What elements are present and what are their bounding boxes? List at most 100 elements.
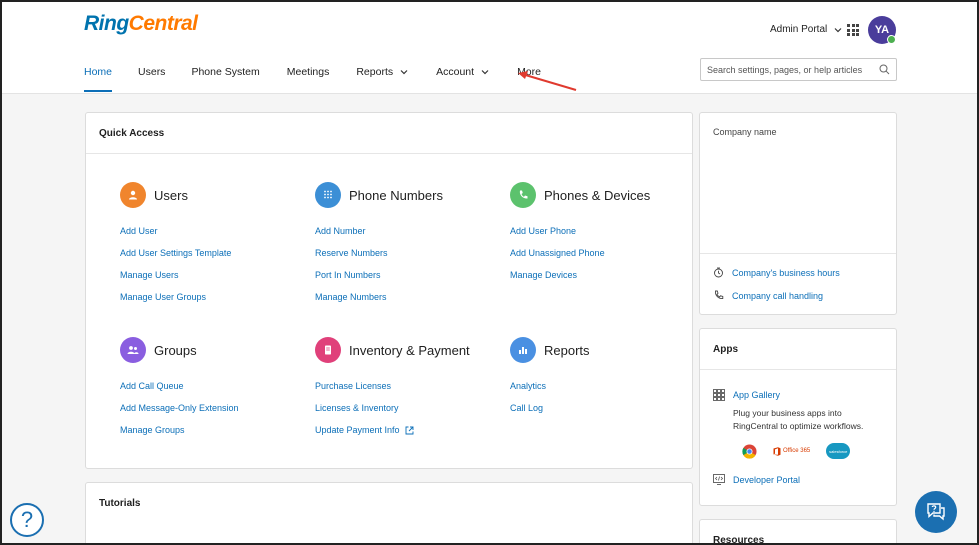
business-hours-link[interactable]: Company's business hours: [713, 267, 840, 278]
ringcentral-logo[interactable]: RingCentral: [84, 12, 198, 36]
developer-portal-link[interactable]: Developer Portal: [713, 474, 800, 485]
link-label: Company's business hours: [732, 267, 840, 278]
main-nav: Home Users Phone System Meetings Reports…: [84, 61, 541, 93]
qa-section-users: Users Add User Add User Settings Templat…: [120, 182, 231, 308]
admin-portal-dropdown[interactable]: Admin Portal: [770, 24, 843, 35]
help-button[interactable]: ?: [10, 503, 44, 537]
apps-card: Apps App Gallery Plug your business apps…: [699, 328, 897, 506]
resources-title: Resources: [713, 535, 765, 545]
call-handling-link[interactable]: Company call handling: [713, 290, 823, 301]
chevron-down-icon: [400, 70, 408, 75]
grid-icon: [713, 389, 725, 401]
apps-title: Apps: [700, 329, 896, 370]
section-title: Inventory & Payment: [349, 342, 470, 358]
support-chat-button[interactable]: [915, 491, 957, 533]
quick-access-card: Quick Access Users Add User Add User Set…: [85, 112, 693, 469]
purchase-licenses-link[interactable]: Purchase Licenses: [315, 375, 470, 397]
update-payment-info-link[interactable]: Update Payment Info: [315, 419, 470, 441]
divider: [700, 253, 896, 254]
licenses-inventory-link[interactable]: Licenses & Inventory: [315, 397, 470, 419]
question-mark-icon: ?: [20, 507, 34, 532]
add-user-settings-template-link[interactable]: Add User Settings Template: [120, 242, 231, 264]
port-in-numbers-link[interactable]: Port In Numbers: [315, 264, 443, 286]
qa-section-phone-numbers: Phone Numbers Add Number Reserve Numbers…: [315, 182, 443, 308]
manage-groups-link[interactable]: Manage Groups: [120, 419, 239, 441]
logo-central-text: Central: [128, 12, 198, 35]
section-title: Reports: [544, 342, 590, 358]
apps-description: Plug your business apps into RingCentral…: [733, 408, 864, 431]
link-label: Developer Portal: [733, 474, 801, 485]
salesforce-icon[interactable]: salesforce: [826, 443, 851, 459]
app-launcher-icon[interactable]: [847, 24, 859, 36]
search-icon: [879, 64, 890, 75]
nav-label: Meetings: [286, 66, 330, 78]
add-user-phone-link[interactable]: Add User Phone: [510, 220, 650, 242]
qa-section-phones-devices: Phones & Devices Add User Phone Add Unas…: [510, 182, 650, 286]
add-call-queue-link[interactable]: Add Call Queue: [120, 375, 239, 397]
nav-label: Users: [138, 66, 166, 78]
code-monitor-icon: [713, 474, 725, 485]
chevron-down-icon: [834, 27, 842, 32]
link-label: App Gallery: [733, 390, 781, 400]
link-label: Company call handling: [732, 290, 824, 301]
add-number-link[interactable]: Add Number: [315, 220, 443, 242]
annotation-arrow-icon: [518, 71, 577, 91]
section-title: Phones & Devices: [544, 187, 651, 203]
company-card: Company name Company's business hours Co…: [699, 112, 897, 315]
nav-label: Account: [436, 66, 475, 78]
presence-status-icon: [887, 35, 896, 44]
nav-item-phone-system[interactable]: Phone System: [191, 61, 259, 83]
nav-item-home[interactable]: Home: [84, 61, 113, 92]
admin-portal-label: Admin Portal: [770, 24, 828, 35]
search-input[interactable]: Search settings, pages, or help articles: [700, 58, 897, 81]
add-unassigned-phone-link[interactable]: Add Unassigned Phone: [510, 242, 650, 264]
chat-help-icon: [927, 503, 945, 521]
clock-icon: [714, 267, 723, 278]
link-label: Update Payment Info: [315, 425, 400, 435]
group-icon: [120, 337, 146, 363]
manage-user-groups-link[interactable]: Manage User Groups: [120, 286, 231, 308]
phone-icon: [714, 290, 724, 299]
app-logos: Office 365 salesforce: [742, 443, 851, 459]
nav-label: Home: [84, 66, 113, 78]
nav-label: Reports: [356, 66, 394, 78]
dialpad-icon: [315, 182, 341, 208]
tutorials-card: Tutorials: [85, 482, 693, 543]
manage-users-link[interactable]: Manage Users: [120, 264, 231, 286]
section-title: Groups: [154, 342, 197, 358]
external-link-icon: [405, 426, 414, 434]
bar-chart-icon: [510, 337, 536, 363]
chevron-down-icon: [481, 70, 489, 75]
manage-numbers-link[interactable]: Manage Numbers: [315, 286, 443, 308]
reserve-numbers-link[interactable]: Reserve Numbers: [315, 242, 443, 264]
nav-item-reports[interactable]: Reports: [356, 61, 409, 83]
tutorials-title: Tutorials: [99, 498, 141, 509]
office365-icon[interactable]: Office 365: [773, 446, 811, 456]
qa-section-reports: Reports Analytics Call Log: [510, 337, 590, 419]
quick-access-title: Quick Access: [86, 113, 692, 154]
section-title: Phone Numbers: [349, 187, 443, 203]
call-log-link[interactable]: Call Log: [510, 397, 590, 419]
nav-item-account[interactable]: Account: [436, 61, 490, 83]
add-message-only-extension-link[interactable]: Add Message-Only Extension: [120, 397, 239, 419]
app-gallery-link[interactable]: App Gallery: [713, 389, 780, 401]
company-name-label: Company name: [713, 127, 777, 137]
office-label: Office 365: [783, 448, 811, 454]
add-user-link[interactable]: Add User: [120, 220, 231, 242]
user-icon: [120, 182, 146, 208]
nav-item-meetings[interactable]: Meetings: [287, 61, 330, 83]
qa-section-inventory-payment: Inventory & Payment Purchase Licenses Li…: [315, 337, 470, 441]
analytics-link[interactable]: Analytics: [510, 375, 590, 397]
phone-icon: [510, 182, 536, 208]
receipt-icon: [315, 337, 341, 363]
nav-item-users[interactable]: Users: [138, 61, 165, 83]
resources-card: Resources: [699, 519, 897, 545]
manage-devices-link[interactable]: Manage Devices: [510, 264, 650, 286]
salesforce-label: salesforce: [829, 448, 848, 454]
nav-label: Phone System: [191, 66, 260, 78]
chrome-icon[interactable]: [742, 443, 757, 459]
app-frame: RingCentral Admin Portal YA Home Users P…: [0, 0, 979, 545]
section-title: Users: [154, 187, 188, 203]
qa-section-groups: Groups Add Call Queue Add Message-Only E…: [120, 337, 239, 441]
logo-ring-text: Ring: [84, 12, 129, 35]
